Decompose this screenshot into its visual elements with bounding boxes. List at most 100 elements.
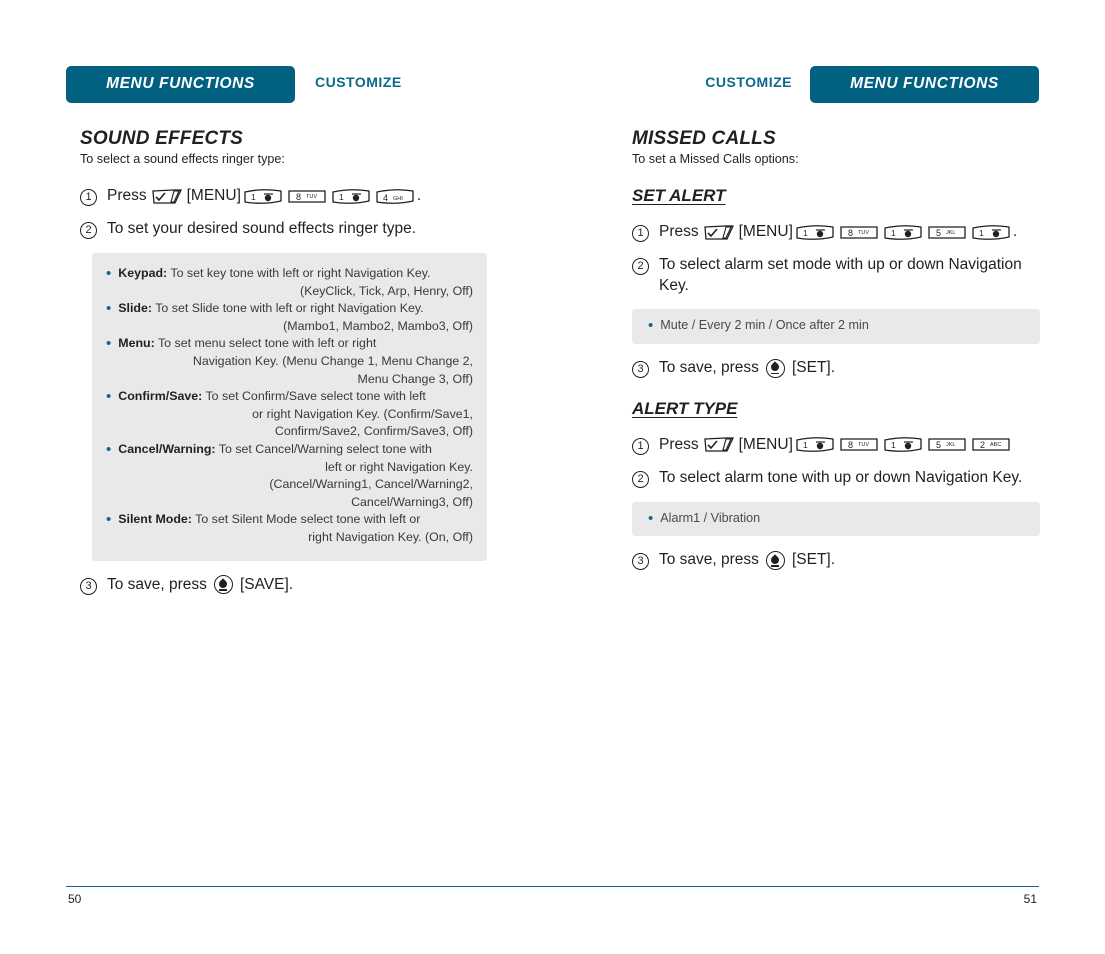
alert-type-title: ALERT TYPE: [632, 398, 738, 418]
step-text: Press [MENU] 1 8 TUV 1: [659, 435, 1013, 455]
svg-text:2: 2: [980, 440, 985, 450]
numpad-key-1-icon: 1: [332, 187, 370, 206]
step-text: To select alarm tone with up or down Nav…: [659, 469, 1023, 487]
list-item: • Keypad: To set key tone with left or r…: [106, 265, 473, 300]
svg-text:JKL: JKL: [946, 230, 955, 236]
step-text: Press [MENU] 1 8 TUV 1: [107, 186, 421, 206]
left-page-header: MENU FUNCTIONS CUSTOMIZE: [66, 66, 402, 103]
step-text: To save, press [SAVE].: [107, 575, 293, 595]
press-label: Press: [659, 223, 699, 240]
left-section-tag: CUSTOMIZE: [315, 74, 402, 90]
save-text-before: To save, press: [107, 575, 207, 593]
option-cont: (Cancel/Warning1, Cancel/Warning2,: [269, 477, 473, 492]
set-alert-options-box: • Mute / Every 2 min / Once after 2 min: [632, 309, 1040, 345]
menu-softkey-icon: [703, 436, 735, 453]
bullet-icon: •: [106, 511, 112, 529]
list-item: • Slide: To set Slide tone with left or …: [106, 300, 473, 335]
set-button-icon: [765, 358, 785, 378]
set-button-icon: [765, 551, 785, 571]
option-cont: right Navigation Key. (On, Off): [308, 530, 473, 545]
step-text: To select alarm set mode with up or down…: [659, 256, 1022, 294]
option-term: Silent Mode:: [118, 512, 192, 527]
bullet-icon: •: [106, 335, 112, 353]
left-page-lead: To select a sound effects ringer type:: [80, 152, 285, 166]
step-period: .: [416, 187, 422, 204]
numpad-key-5-icon: 5 JKL: [928, 223, 966, 242]
right-header-badge: MENU FUNCTIONS: [810, 66, 1039, 103]
svg-text:1: 1: [979, 228, 984, 238]
option-cont: Menu Change 3, Off): [357, 371, 474, 386]
option-desc: To set Slide tone with left or right Nav…: [155, 301, 424, 316]
svg-text:TUV: TUV: [306, 194, 317, 200]
option-term: Slide:: [118, 301, 153, 316]
right-page-number: 51: [1023, 892, 1037, 906]
menu-softkey-icon: [703, 224, 735, 241]
step-number: 3: [632, 361, 649, 379]
option-text: Keypad: To set key tone with left or rig…: [118, 265, 473, 300]
left-step-1: 1 Press [MENU] 1 8 TUV 1 4 GHI .: [80, 186, 500, 206]
numpad-key-8-icon: 8 TUV: [288, 187, 326, 206]
numpad-key-2-icon: 2 ABC: [972, 435, 1010, 454]
list-item: • Confirm/Save: To set Confirm/Save sele…: [106, 388, 473, 441]
step-number: 1: [632, 225, 649, 242]
set-alert-title: SET ALERT: [632, 186, 726, 205]
step-number: 2: [80, 222, 97, 240]
set-alert-step-2: 2 To select alarm set mode with up or do…: [632, 255, 1052, 296]
numpad-key-4-icon: 4 GHI: [376, 187, 414, 206]
step-number: 2: [632, 258, 649, 276]
option-cont: Cancel/Warning3, Off): [351, 494, 473, 509]
svg-text:TUV: TUV: [858, 442, 869, 448]
footer-divider: [66, 886, 1039, 888]
left-page-content: SOUND EFFECTS To select a sound effects …: [80, 128, 500, 608]
svg-text:5: 5: [936, 440, 941, 450]
option-cont: Confirm/Save2, Confirm/Save3, Off): [274, 424, 473, 439]
set-alert-step-3: 3 To save, press [SET].: [632, 358, 1052, 379]
step-period: .: [1012, 223, 1018, 240]
svg-text:1: 1: [803, 228, 808, 238]
option-text: Alarm1 / Vibration: [660, 510, 761, 525]
manual-spread: MENU FUNCTIONS CUSTOMIZE CUSTOMIZE MENU …: [0, 0, 1105, 954]
option-text: Silent Mode: To set Silent Mode select t…: [118, 511, 473, 546]
option-text: Confirm/Save: To set Confirm/Save select…: [118, 388, 473, 441]
save-text-after: [SAVE].: [239, 575, 294, 593]
option-term: Cancel/Warning:: [118, 442, 216, 456]
svg-text:1: 1: [339, 192, 344, 202]
left-step-2: 2 To set your desired sound effects ring…: [80, 219, 500, 240]
menu-softkey-icon: [151, 188, 183, 205]
list-item: • Silent Mode: To set Silent Mode select…: [106, 511, 473, 546]
svg-text:4: 4: [383, 193, 388, 203]
bullet-icon: •: [106, 388, 112, 406]
save-text-after: [SET].: [791, 551, 836, 569]
bullet-icon: •: [648, 509, 654, 527]
numpad-key-8-icon: 8 TUV: [840, 435, 878, 454]
bullet-icon: •: [106, 264, 112, 282]
numpad-key-1-icon: 1: [972, 223, 1010, 242]
option-term: Keypad:: [118, 265, 168, 280]
svg-text:1: 1: [891, 440, 896, 450]
svg-text:JKL: JKL: [946, 442, 955, 448]
option-cont: left or right Navigation Key.: [325, 459, 473, 474]
list-item: • Mute / Every 2 min / Once after 2 min: [648, 317, 1026, 335]
option-cont: Navigation Key. (Menu Change 1, Menu Cha…: [192, 353, 473, 368]
left-page-number: 50: [68, 892, 82, 906]
step-text: To save, press [SET].: [659, 358, 835, 378]
option-text: Slide: To set Slide tone with left or ri…: [118, 300, 473, 335]
svg-text:1: 1: [891, 228, 896, 238]
set-alert-step-1: 1 Press [MENU] 1 8 TUV 1 5 JKL 1 .: [632, 222, 1052, 242]
menu-label: [MENU]: [186, 187, 241, 204]
svg-text:8: 8: [296, 192, 301, 202]
save-text-after: [SET].: [791, 359, 836, 377]
option-text: Menu: To set menu select tone with left …: [118, 335, 473, 388]
alert-type-step-2: 2 To select alarm tone with up or down N…: [632, 468, 1052, 489]
menu-label: [MENU]: [738, 435, 793, 453]
numpad-key-8-icon: 8 TUV: [840, 223, 878, 242]
option-desc: To set key tone with left or right Navig…: [170, 265, 431, 280]
svg-text:TUV: TUV: [858, 230, 869, 236]
alert-type-step-1: 1 Press [MENU] 1 8 TUV 1 5 JKL 2 ABC: [632, 435, 1052, 455]
left-page-title: SOUND EFFECTS: [80, 128, 244, 149]
list-item: • Menu: To set menu select tone with lef…: [106, 335, 473, 388]
sound-effects-options-box: • Keypad: To set key tone with left or r…: [92, 252, 487, 561]
numpad-key-1-icon: 1: [796, 223, 834, 242]
option-cont: or right Navigation Key. (Confirm/Save1,: [252, 406, 473, 421]
bullet-icon: •: [648, 317, 654, 335]
